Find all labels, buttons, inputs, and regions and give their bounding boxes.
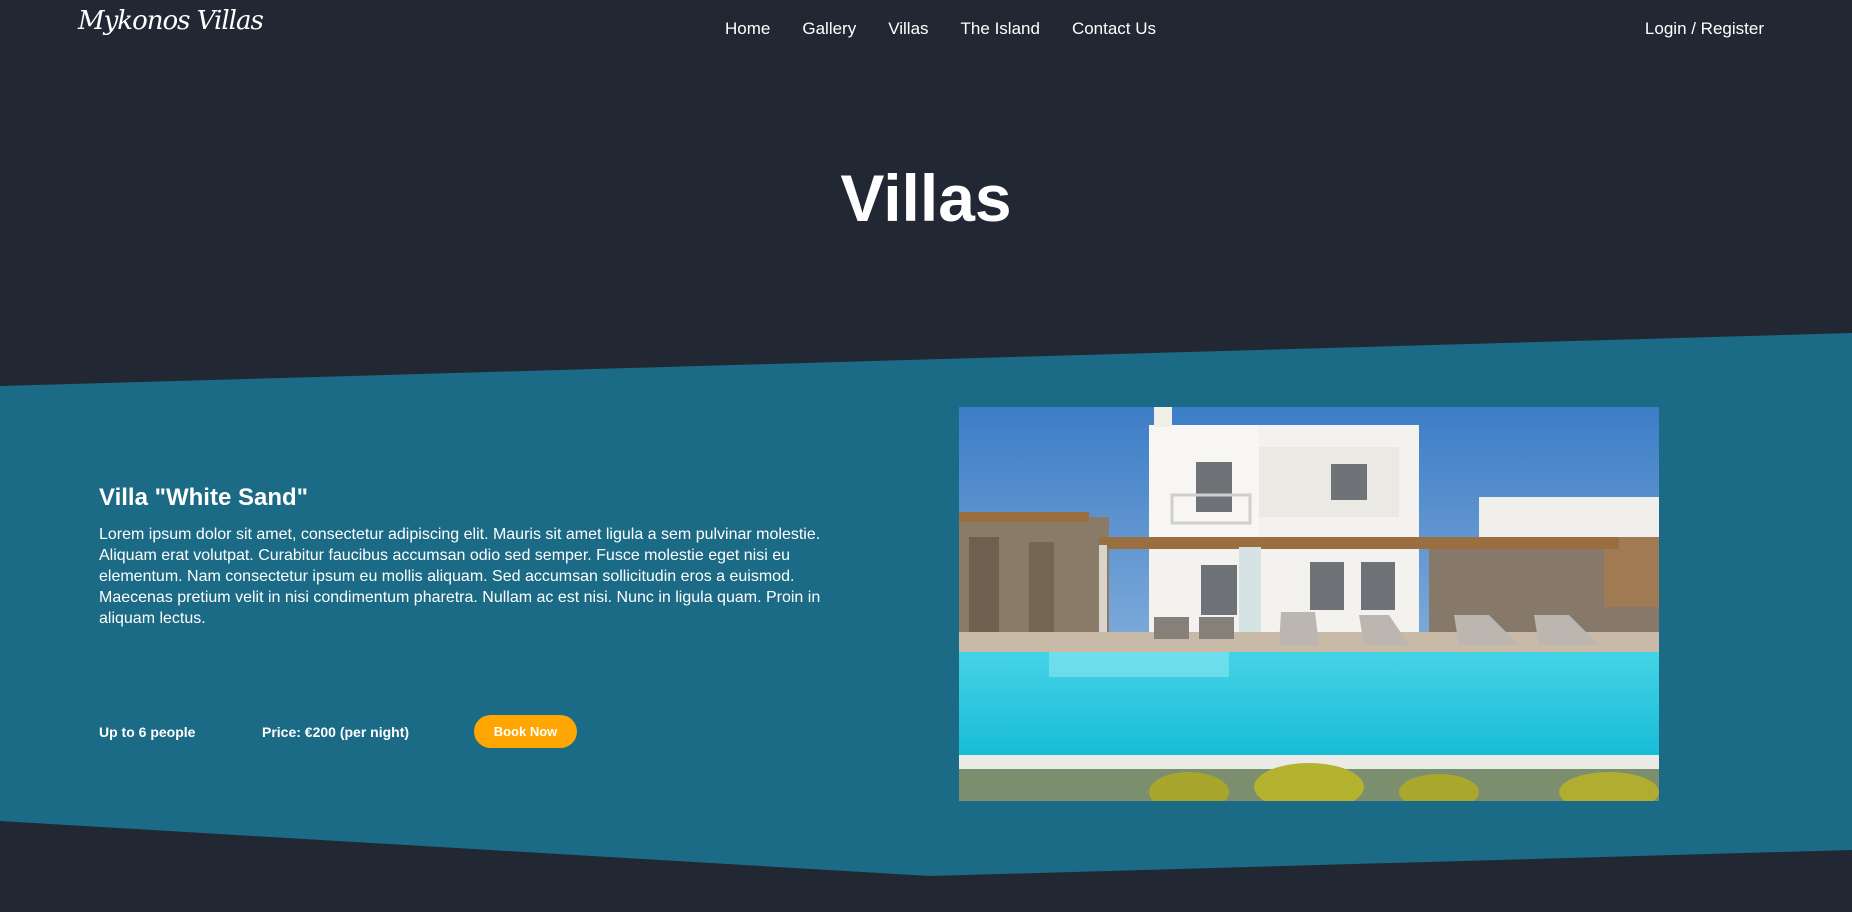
villa-price: Price: €200 (per night) bbox=[262, 723, 410, 740]
page-title: Villas bbox=[840, 161, 1012, 235]
nav-link-contact-us[interactable]: Contact Us bbox=[1072, 19, 1156, 39]
villa-card: Villa "White Sand" Lorem ipsum dolor sit… bbox=[99, 484, 829, 629]
nav-link-the-island[interactable]: The Island bbox=[961, 19, 1040, 39]
login-register-link[interactable]: Login / Register bbox=[1645, 19, 1764, 39]
villa-photo bbox=[959, 407, 1659, 801]
villa-description: Lorem ipsum dolor sit amet, consectetur … bbox=[99, 526, 821, 627]
site-logo[interactable]: Mykonos Villas bbox=[78, 6, 264, 36]
villa-capacity: Up to 6 people bbox=[99, 723, 196, 740]
nav-link-villas[interactable]: Villas bbox=[888, 19, 928, 39]
villa-title: Villa "White Sand" bbox=[99, 484, 309, 511]
villa-meta-row: Up to 6 people Price: €200 (per night) B… bbox=[99, 715, 577, 748]
navbar: Mykonos Villas Home Gallery Villas The I… bbox=[0, 0, 1852, 60]
nav-link-gallery[interactable]: Gallery bbox=[802, 19, 856, 39]
nav-link-home[interactable]: Home bbox=[725, 19, 770, 39]
nav-links: Home Gallery Villas The Island Contact U… bbox=[725, 19, 1156, 39]
book-now-button[interactable]: Book Now bbox=[474, 715, 577, 748]
